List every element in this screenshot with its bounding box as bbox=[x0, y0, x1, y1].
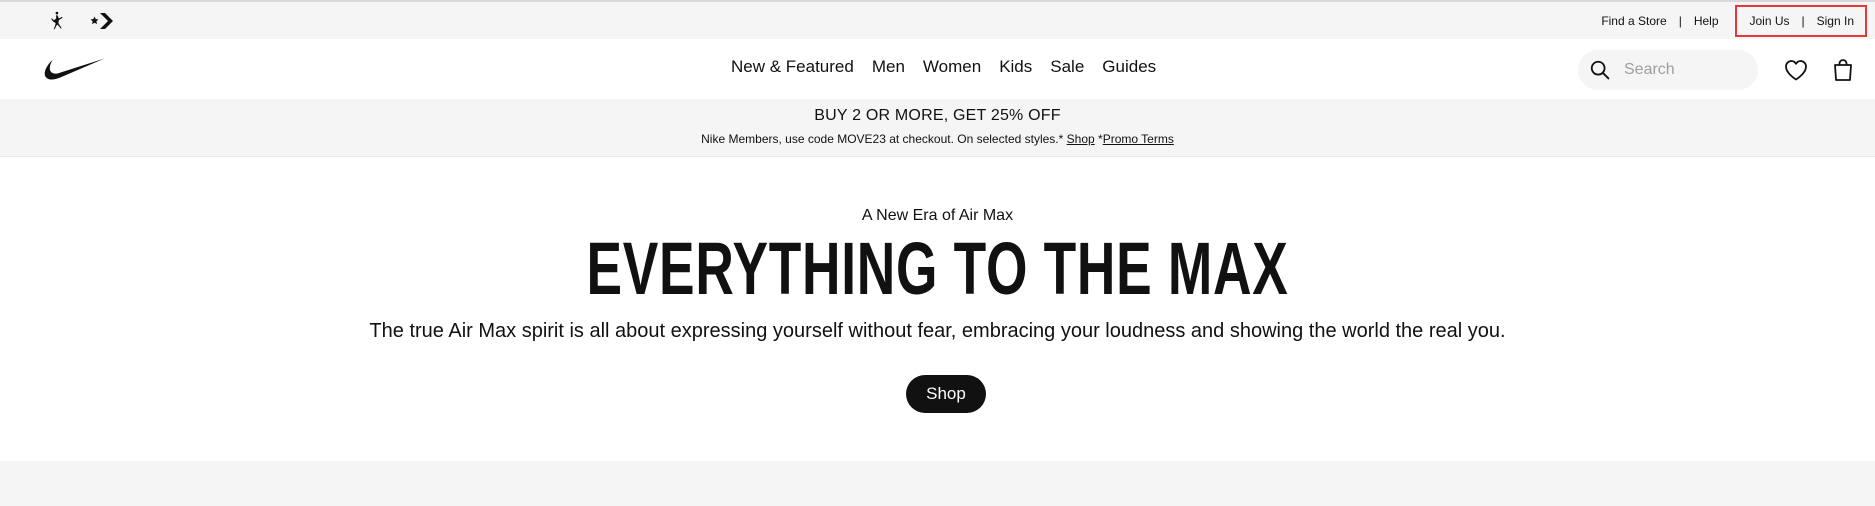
promo-title: BUY 2 OR MORE, GET 25% OFF bbox=[814, 107, 1061, 124]
hero-kicker: A New Era of Air Max bbox=[861, 207, 1014, 224]
nav-kids[interactable]: Kids bbox=[990, 57, 1041, 77]
nav-new-featured[interactable]: New & Featured bbox=[731, 57, 863, 77]
sign-in-link[interactable]: Sign In bbox=[1817, 14, 1854, 28]
find-store-link[interactable]: Find a Store bbox=[1601, 14, 1666, 28]
search-icon[interactable] bbox=[1580, 50, 1620, 90]
auth-links-highlight: Join Us | Sign In bbox=[1734, 5, 1867, 37]
primary-nav: New & Featured Men Women Kids Sale Guide… bbox=[731, 57, 1165, 77]
join-us-link[interactable]: Join Us bbox=[1750, 14, 1790, 28]
separator: | bbox=[1678, 14, 1682, 28]
promo-text: Nike Members, use code MOVE23 at checkou… bbox=[701, 132, 1064, 146]
search-input[interactable] bbox=[1624, 61, 1744, 79]
brand-switcher bbox=[45, 10, 114, 32]
hero-title: EVERYTHING TO THE MAX bbox=[586, 227, 1289, 310]
help-link[interactable]: Help bbox=[1694, 14, 1719, 28]
promo-shop-link[interactable]: Shop bbox=[1067, 132, 1095, 146]
nav-women[interactable]: Women bbox=[914, 57, 990, 77]
hero-shop-button[interactable]: Shop bbox=[906, 375, 986, 413]
nav-sale[interactable]: Sale bbox=[1041, 57, 1093, 77]
promo-terms-link[interactable]: Promo Terms bbox=[1103, 132, 1174, 146]
bag-icon[interactable] bbox=[1830, 58, 1856, 82]
heart-icon[interactable] bbox=[1783, 58, 1809, 82]
jordan-jumpman-icon[interactable] bbox=[45, 10, 69, 32]
promo-subtext: Nike Members, use code MOVE23 at checkou… bbox=[0, 132, 1875, 146]
main-header: New & Featured Men Women Kids Sale Guide… bbox=[0, 39, 1875, 99]
converse-chevron-icon[interactable] bbox=[90, 10, 114, 32]
content-placeholder-band bbox=[0, 461, 1875, 506]
nav-men[interactable]: Men bbox=[863, 57, 914, 77]
nav-guides[interactable]: Guides bbox=[1093, 57, 1165, 77]
nike-swoosh-logo[interactable] bbox=[44, 57, 105, 81]
utility-links: Find a Store | Help Join Us | Sign In bbox=[1601, 5, 1867, 37]
hero-section: A New Era of Air Max EVERYTHING TO THE M… bbox=[0, 157, 1875, 461]
separator: | bbox=[1801, 14, 1805, 28]
promo-banner: BUY 2 OR MORE, GET 25% OFF Nike Members,… bbox=[0, 99, 1875, 157]
utility-bar: Find a Store | Help Join Us | Sign In bbox=[0, 2, 1875, 39]
hero-description: The true Air Max spirit is all about exp… bbox=[369, 320, 1506, 342]
search-box[interactable] bbox=[1578, 50, 1758, 90]
